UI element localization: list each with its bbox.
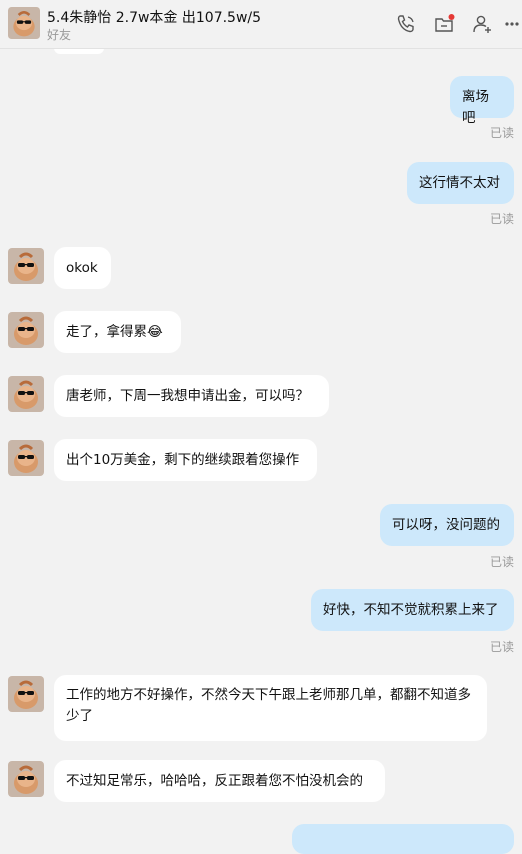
- contact-avatar[interactable]: [8, 7, 40, 39]
- outgoing-message[interactable]: 可以呀，没问题的: [380, 504, 514, 546]
- message-text: 可以呀，没问题的: [392, 517, 500, 533]
- read-status: 已读: [489, 126, 514, 140]
- sender-avatar[interactable]: [8, 440, 44, 476]
- message-text: 工作的地方不好操作，不然今天下午跟上老师那几单，都翻不知道多少了: [66, 687, 471, 724]
- message-text: 唐老师，下周一我想申请出金，可以吗？: [66, 388, 309, 404]
- message-text: 走了，拿得累😂: [66, 324, 163, 340]
- chat-title: 5.4朱静怡 2.7w本金 出107.5w/5: [47, 10, 262, 26]
- outgoing-message[interactable]: 离场吧: [450, 76, 514, 126]
- sender-avatar[interactable]: [8, 312, 44, 348]
- incoming-message[interactable]: 不过知足常乐，哈哈哈，反正跟着您不怕没机会的: [54, 760, 385, 802]
- notification-dot: [448, 14, 455, 20]
- incoming-message[interactable]: 出个10万美金，剩下的继续跟着您操作: [54, 439, 317, 481]
- sender-avatar[interactable]: [8, 761, 44, 797]
- message-text: okok: [66, 260, 98, 276]
- incoming-message[interactable]: okok: [54, 247, 111, 289]
- read-status: 已读: [489, 640, 514, 654]
- folder-icon[interactable]: [433, 13, 455, 35]
- sender-avatar[interactable]: [8, 376, 44, 412]
- message-text: 这行情不太对: [419, 175, 500, 191]
- outgoing-message[interactable]: 这行情不太对: [407, 162, 514, 204]
- add-friend-icon[interactable]: [471, 13, 493, 35]
- chat-header: 5.4朱静怡 2.7w本金 出107.5w/5 好友: [0, 0, 522, 49]
- incoming-message[interactable]: 走了，拿得累😂: [54, 311, 181, 353]
- message-text: 好快，不知不觉就积累上来了: [323, 602, 499, 618]
- sender-avatar[interactable]: [8, 248, 44, 284]
- outgoing-message[interactable]: 好快，不知不觉就积累上来了: [311, 589, 514, 631]
- sender-avatar[interactable]: [8, 676, 44, 712]
- read-status: 已读: [489, 555, 514, 569]
- phone-icon[interactable]: [395, 13, 417, 35]
- more-icon[interactable]: [504, 13, 520, 35]
- message-text: 出个10万美金，剩下的继续跟着您操作: [66, 452, 300, 468]
- incoming-message[interactable]: 工作的地方不好操作，不然今天下午跟上老师那几单，都翻不知道多少了: [54, 675, 487, 741]
- message-text: 不过知足常乐，哈哈哈，反正跟着您不怕没机会的: [66, 773, 363, 789]
- message-text: 离场吧: [462, 89, 489, 126]
- incoming-message[interactable]: 唐老师，下周一我想申请出金，可以吗？: [54, 375, 329, 417]
- read-status: 已读: [489, 212, 514, 226]
- chat-subtitle: 好友: [47, 28, 72, 42]
- cut-off-outgoing-message[interactable]: [292, 824, 514, 854]
